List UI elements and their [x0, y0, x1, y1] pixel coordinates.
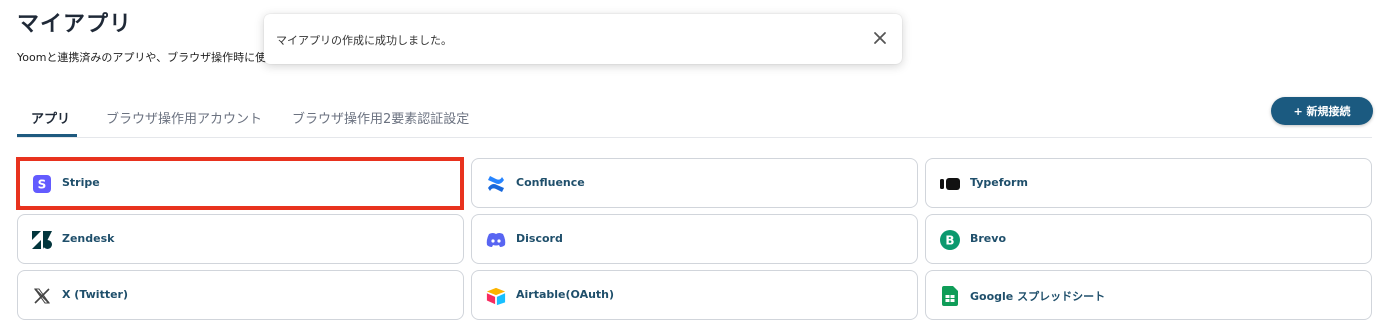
app-card-x-twitter[interactable]: X (Twitter): [17, 270, 464, 320]
typeform-icon: [940, 174, 960, 194]
app-card-label: Stripe: [62, 176, 100, 189]
svg-text:B: B: [945, 234, 954, 248]
tab-browser-2fa-settings[interactable]: ブラウザ操作用2要素認証設定: [292, 108, 469, 127]
app-card-label: Airtable(OAuth): [516, 288, 615, 301]
app-card-brevo[interactable]: B Brevo: [925, 214, 1372, 264]
discord-icon: [486, 230, 506, 250]
app-card-confluence[interactable]: Confluence: [471, 158, 918, 208]
app-card-stripe[interactable]: S Stripe: [17, 158, 464, 208]
page-title: マイアプリ: [17, 12, 133, 37]
tab-apps[interactable]: アプリ: [31, 108, 70, 127]
new-connection-button[interactable]: + 新規接続: [1271, 97, 1373, 125]
stripe-icon: S: [32, 174, 52, 194]
page-description: Yoomと連携済みのアプリや、ブラウザ操作時に使: [17, 51, 267, 64]
app-card-label: Google スプレッドシート: [970, 290, 1106, 303]
app-card-airtable[interactable]: Airtable(OAuth): [471, 270, 918, 320]
success-toast: マイアプリの作成に成功しました。: [264, 14, 902, 64]
app-card-google-sheets[interactable]: Google スプレッドシート: [925, 270, 1372, 320]
app-card-typeform[interactable]: Typeform: [925, 158, 1372, 208]
x-twitter-icon: [32, 286, 52, 306]
app-card-label: Brevo: [970, 232, 1006, 245]
brevo-icon: B: [940, 230, 960, 250]
google-sheets-icon: [940, 286, 960, 306]
active-tab-indicator: [17, 134, 77, 137]
toast-message: マイアプリの作成に成功しました。: [276, 34, 452, 47]
app-card-label: X (Twitter): [62, 288, 128, 301]
airtable-icon: [486, 286, 506, 306]
app-card-discord[interactable]: Discord: [471, 214, 918, 264]
app-card-label: Confluence: [516, 176, 585, 189]
close-icon[interactable]: [872, 30, 888, 46]
zendesk-icon: [32, 230, 52, 250]
tab-bar: アプリ ブラウザ操作用アカウント ブラウザ操作用2要素認証設定: [17, 96, 1372, 138]
app-card-label: Typeform: [970, 176, 1028, 189]
svg-text:S: S: [38, 178, 47, 192]
app-card-label: Zendesk: [62, 232, 115, 245]
app-card-label: Discord: [516, 232, 563, 245]
tab-browser-accounts[interactable]: ブラウザ操作用アカウント: [106, 108, 262, 127]
confluence-icon: [486, 174, 506, 194]
app-card-zendesk[interactable]: Zendesk: [17, 214, 464, 264]
